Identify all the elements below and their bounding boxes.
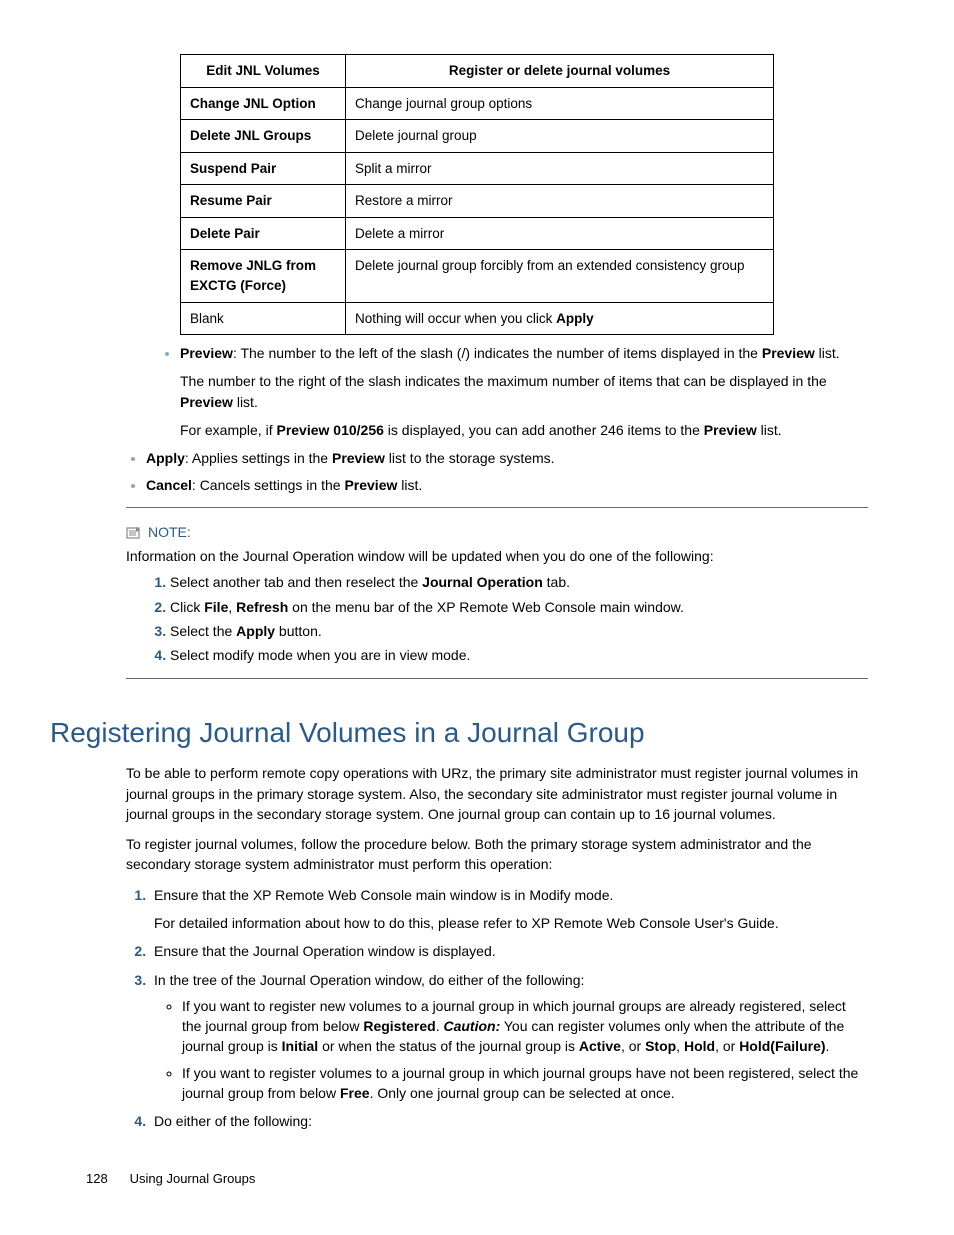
note-step-3: Select the Apply button. [170, 621, 868, 641]
table-header-1: Edit JNL Volumes [181, 55, 346, 88]
operations-table: Edit JNL Volumes Register or delete jour… [180, 54, 774, 335]
note-icon [126, 525, 142, 539]
cell: Resume Pair [181, 185, 346, 218]
apply-bullet: Apply: Applies settings in the Preview l… [146, 448, 868, 468]
divider [126, 678, 868, 679]
step-1-sub: For detailed information about how to do… [154, 913, 868, 933]
cell: Restore a mirror [346, 185, 774, 218]
page-footer: 128 Using Journal Groups [86, 1170, 255, 1189]
footer-section: Using Journal Groups [130, 1171, 256, 1186]
paragraph-1: To be able to perform remote copy operat… [126, 763, 868, 824]
step-1: Ensure that the XP Remote Web Console ma… [150, 885, 868, 934]
preview-bullet-list: Preview: The number to the left of the s… [156, 343, 868, 440]
step-4: Do either of the following: [150, 1111, 868, 1131]
section-heading: Registering Journal Volumes in a Journal… [50, 713, 868, 754]
table-header-2: Register or delete journal volumes [346, 55, 774, 88]
cell: Suspend Pair [181, 152, 346, 185]
preview-bullet: Preview: The number to the left of the s… [180, 343, 868, 440]
step-3b: If you want to register volumes to a jou… [182, 1063, 868, 1104]
cell: Nothing will occur when you click Apply [346, 302, 774, 335]
paragraph-2: To register journal volumes, follow the … [126, 834, 868, 875]
divider [126, 507, 868, 508]
step-2: Ensure that the Journal Operation window… [150, 941, 868, 961]
cell: Change journal group options [346, 87, 774, 120]
note-steps: Select another tab and then reselect the… [150, 572, 868, 665]
procedure-steps: Ensure that the XP Remote Web Console ma… [128, 885, 868, 1132]
note-label: NOTE: [148, 522, 191, 542]
cancel-bullet: Cancel: Cancels settings in the Preview … [146, 475, 868, 495]
note-step-1: Select another tab and then reselect the… [170, 572, 868, 592]
step-3: In the tree of the Journal Operation win… [150, 970, 868, 1104]
cell: Delete JNL Groups [181, 120, 346, 153]
note-step-2: Click File, Refresh on the menu bar of t… [170, 597, 868, 617]
page-number: 128 [86, 1170, 126, 1189]
cell: Delete a mirror [346, 217, 774, 250]
cell: Delete Pair [181, 217, 346, 250]
note-step-4: Select modify mode when you are in view … [170, 645, 868, 665]
cell: Remove JNLG from EXCTG (Force) [181, 250, 346, 302]
note-header: NOTE: [126, 522, 868, 542]
cell: Delete journal group [346, 120, 774, 153]
note-intro: Information on the Journal Operation win… [126, 546, 868, 566]
cell: Blank [181, 302, 346, 335]
cell: Delete journal group forcibly from an ex… [346, 250, 774, 302]
step-3-options: If you want to register new volumes to a… [160, 996, 868, 1103]
cell: Change JNL Option [181, 87, 346, 120]
cell: Split a mirror [346, 152, 774, 185]
step-3a: If you want to register new volumes to a… [182, 996, 868, 1057]
apply-cancel-list: Apply: Applies settings in the Preview l… [122, 448, 868, 495]
